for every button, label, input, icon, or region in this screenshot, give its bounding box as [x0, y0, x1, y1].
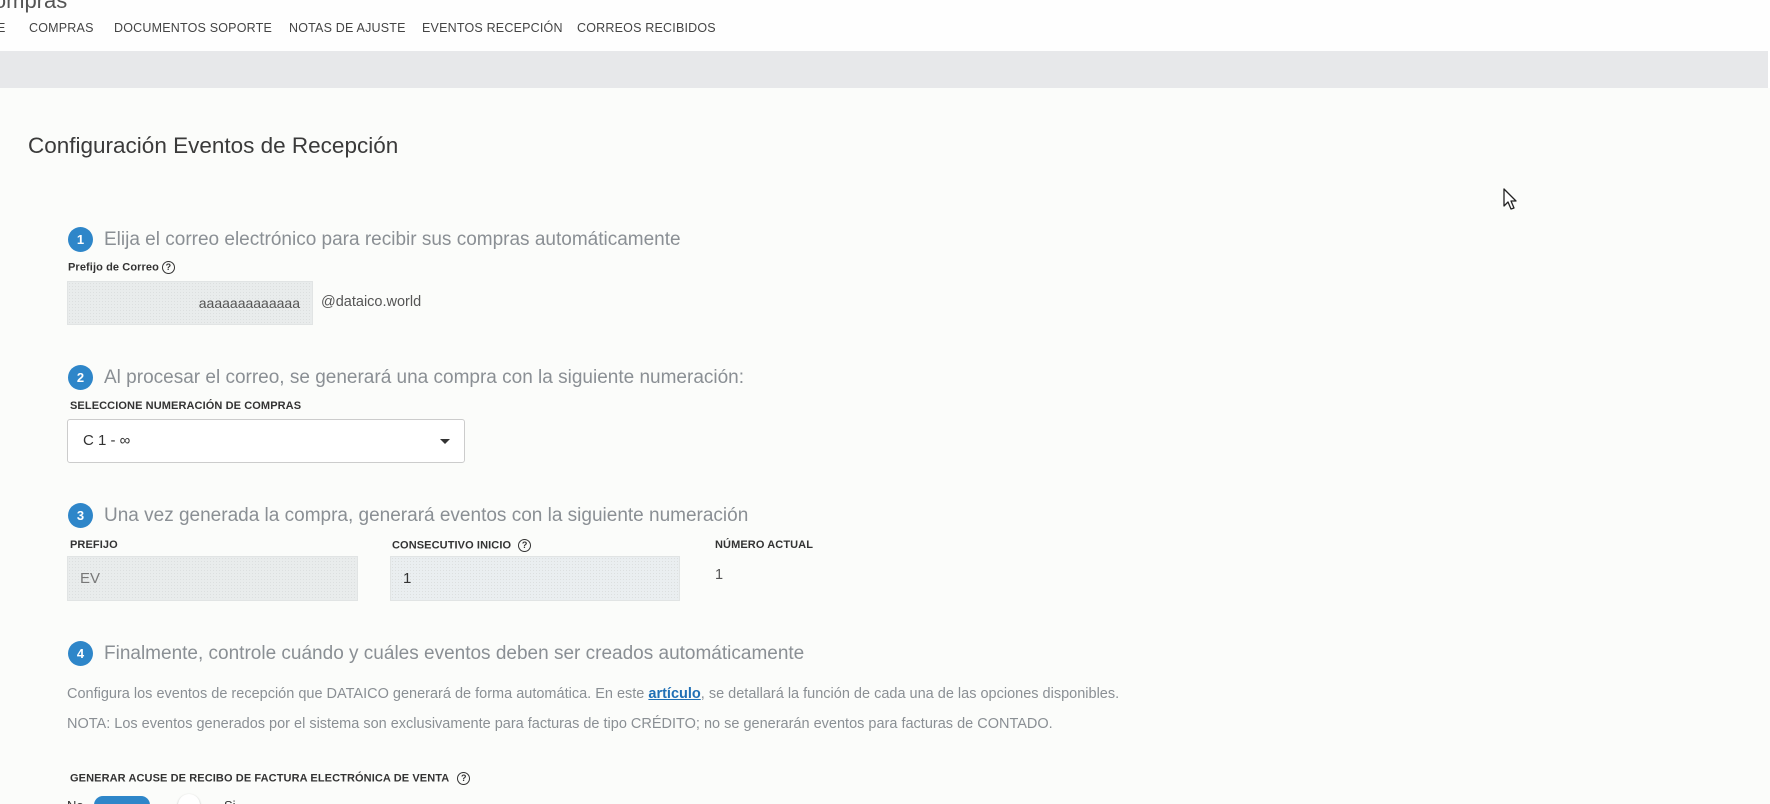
toggle-track[interactable]: [94, 796, 150, 804]
acuse-recibo-label: GENERAR ACUSE DE RECIBO DE FACTURA ELECT…: [70, 772, 471, 785]
help-icon[interactable]: ?: [457, 772, 471, 785]
step-number-badge: 2: [68, 365, 93, 390]
numeracion-select[interactable]: C 1 - ∞: [67, 419, 465, 463]
step-number-badge: 1: [68, 227, 93, 252]
step-number-badge: 4: [68, 641, 93, 666]
toggle-on-label: Si: [224, 798, 236, 804]
page-title: Configuración Eventos de Recepción: [28, 133, 399, 158]
prefix-label: Prefijo de Correo?: [68, 261, 175, 274]
numero-actual-label: NÚMERO ACTUAL: [715, 539, 814, 551]
top-navbar: Compras E COMPRAS DOCUMENTOS SOPORTE NOT…: [0, 0, 1770, 51]
step-4-text: Finalmente, controle cuándo y cuáles eve…: [104, 643, 805, 664]
nav-item-correos-recibidos[interactable]: CORREOS RECIBIDOS: [577, 21, 716, 35]
description-text: Configura los eventos de recepción que D…: [67, 686, 649, 702]
consecutivo-label: CONSECUTIVO INICIO?: [392, 539, 532, 552]
articulo-link[interactable]: artículo: [648, 686, 700, 702]
help-icon[interactable]: ?: [161, 261, 175, 274]
nav-item-notas-de-ajuste[interactable]: NOTAS DE AJUSTE: [289, 21, 406, 35]
step-2-text: Al procesar el correo, se generará una c…: [104, 367, 745, 388]
prefijo-label: PREFIJO: [70, 539, 118, 551]
app-title: Compras: [0, 0, 68, 13]
consecutivo-label-text: CONSECUTIVO INICIO: [392, 539, 512, 552]
step-4-note: NOTA: Los eventos generados por el siste…: [67, 716, 1053, 732]
email-prefix-input[interactable]: aaaaaaaaaaaaa: [67, 281, 313, 325]
step-1-text: Elija el correo electrónico para recibir…: [104, 229, 681, 250]
description-text-end: , se detallará la función de cada una de…: [700, 686, 1120, 702]
step-4-description: Configura los eventos de recepción que D…: [67, 686, 1119, 702]
numeracion-selected-value: C 1 - ∞: [83, 432, 131, 449]
acuse-recibo-label-text: GENERAR ACUSE DE RECIBO DE FACTURA ELECT…: [70, 772, 450, 785]
step-number-badge: 3: [68, 503, 93, 528]
toolbar-band: [0, 51, 1770, 88]
toggle-knob[interactable]: [178, 794, 200, 804]
caret-down-icon: [440, 439, 450, 444]
prefix-label-text: Prefijo de Correo: [68, 261, 159, 274]
consecutivo-input[interactable]: 1: [390, 556, 680, 601]
prefijo-input[interactable]: EV: [67, 556, 358, 601]
nav-item-eventos-recepcion[interactable]: EVENTOS RECEPCIÓN: [422, 21, 563, 35]
numero-actual-value: 1: [715, 567, 724, 583]
toggle-off-label: No: [67, 798, 84, 804]
nav-item-documentos-soporte[interactable]: DOCUMENTOS SOPORTE: [114, 21, 272, 35]
numeracion-label: SELECCIONE NUMERACIÓN DE COMPRAS: [70, 400, 302, 412]
step-3-text: Una vez generada la compra, generará eve…: [104, 505, 749, 526]
nav-item-compras[interactable]: COMPRAS: [29, 21, 94, 35]
mouse-cursor-icon: [1503, 188, 1517, 210]
email-domain: @dataico.world: [321, 294, 422, 310]
help-icon[interactable]: ?: [518, 539, 532, 552]
nav-item-partial[interactable]: E: [0, 21, 6, 35]
